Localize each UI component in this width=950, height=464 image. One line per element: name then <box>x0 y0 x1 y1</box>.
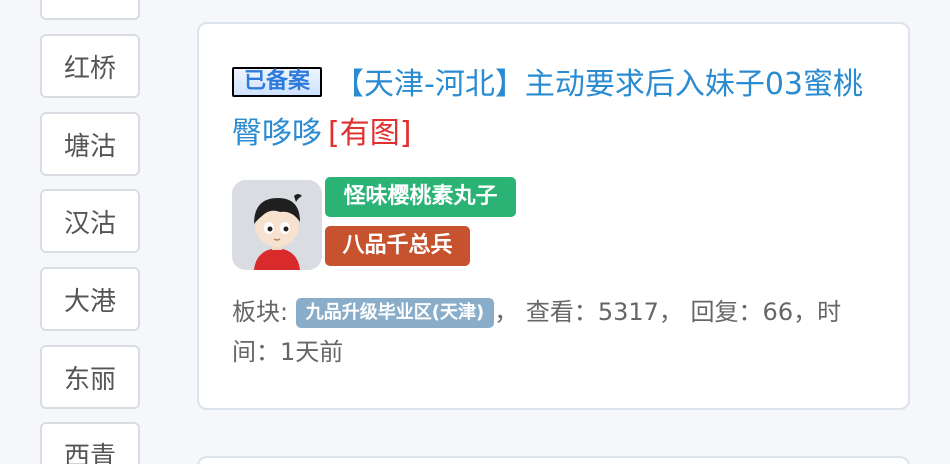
cartoon-avatar-icon <box>232 180 322 270</box>
district-label: 大港 <box>63 286 116 317</box>
post-title-link[interactable]: 【天津-河北】主动要求后入妹子03蜜桃臀哆哆 <box>232 67 863 151</box>
district-label: 西青 <box>63 441 116 464</box>
post-title: 已备案 【天津-河北】主动要求后入妹子03蜜桃臀哆哆 [有图] <box>232 60 872 158</box>
replies-label: 回复： <box>690 298 763 326</box>
district-label: 塘沽 <box>63 131 116 162</box>
post-meta: 板块: 九品升级毕业区(天津)， 查看：5317， 回复：66，时间：1天前 <box>232 292 882 372</box>
district-button-partial[interactable] <box>40 0 140 20</box>
district-label: 红桥 <box>63 53 116 84</box>
district-button-dongli[interactable]: 东丽 <box>40 345 140 409</box>
separator: ， <box>494 298 519 326</box>
separator: ， <box>793 298 818 326</box>
post-time: 1天前 <box>280 338 344 366</box>
avatar[interactable] <box>232 180 322 270</box>
replies-count: 66 <box>762 298 794 326</box>
views-label: 查看： <box>525 298 598 326</box>
has-picture-tag: [有图] <box>328 116 412 151</box>
board-badge[interactable]: 九品升级毕业区(天津) <box>295 298 495 328</box>
district-label: 汉沽 <box>63 208 116 239</box>
district-label: 东丽 <box>63 364 116 395</box>
next-post-card[interactable] <box>197 456 910 464</box>
district-sidebar: 红桥 塘沽 汉沽 大港 东丽 西青 <box>0 0 180 464</box>
page: 红桥 塘沽 汉沽 大港 东丽 西青 已备案 【天津-河北】主动要求后入妹子03蜜桃… <box>0 0 950 464</box>
views-count: 5317 <box>597 298 659 326</box>
post-card[interactable]: 已备案 【天津-河北】主动要求后入妹子03蜜桃臀哆哆 [有图] 怪味樱桃素丸子 … <box>197 22 910 410</box>
author-rank-tag: 八品千总兵 <box>325 226 470 266</box>
district-button-tanggu[interactable]: 塘沽 <box>40 112 140 176</box>
separator: ， <box>658 298 683 326</box>
author-name-tag[interactable]: 怪味樱桃素丸子 <box>325 177 516 217</box>
board-label: 板块: <box>232 298 289 326</box>
district-button-dagang[interactable]: 大港 <box>40 267 140 331</box>
district-button-hangu[interactable]: 汉沽 <box>40 189 140 253</box>
filed-badge: 已备案 <box>232 67 323 97</box>
district-button-hongqiao[interactable]: 红桥 <box>40 34 140 98</box>
district-button-xiqing[interactable]: 西青 <box>40 422 140 464</box>
